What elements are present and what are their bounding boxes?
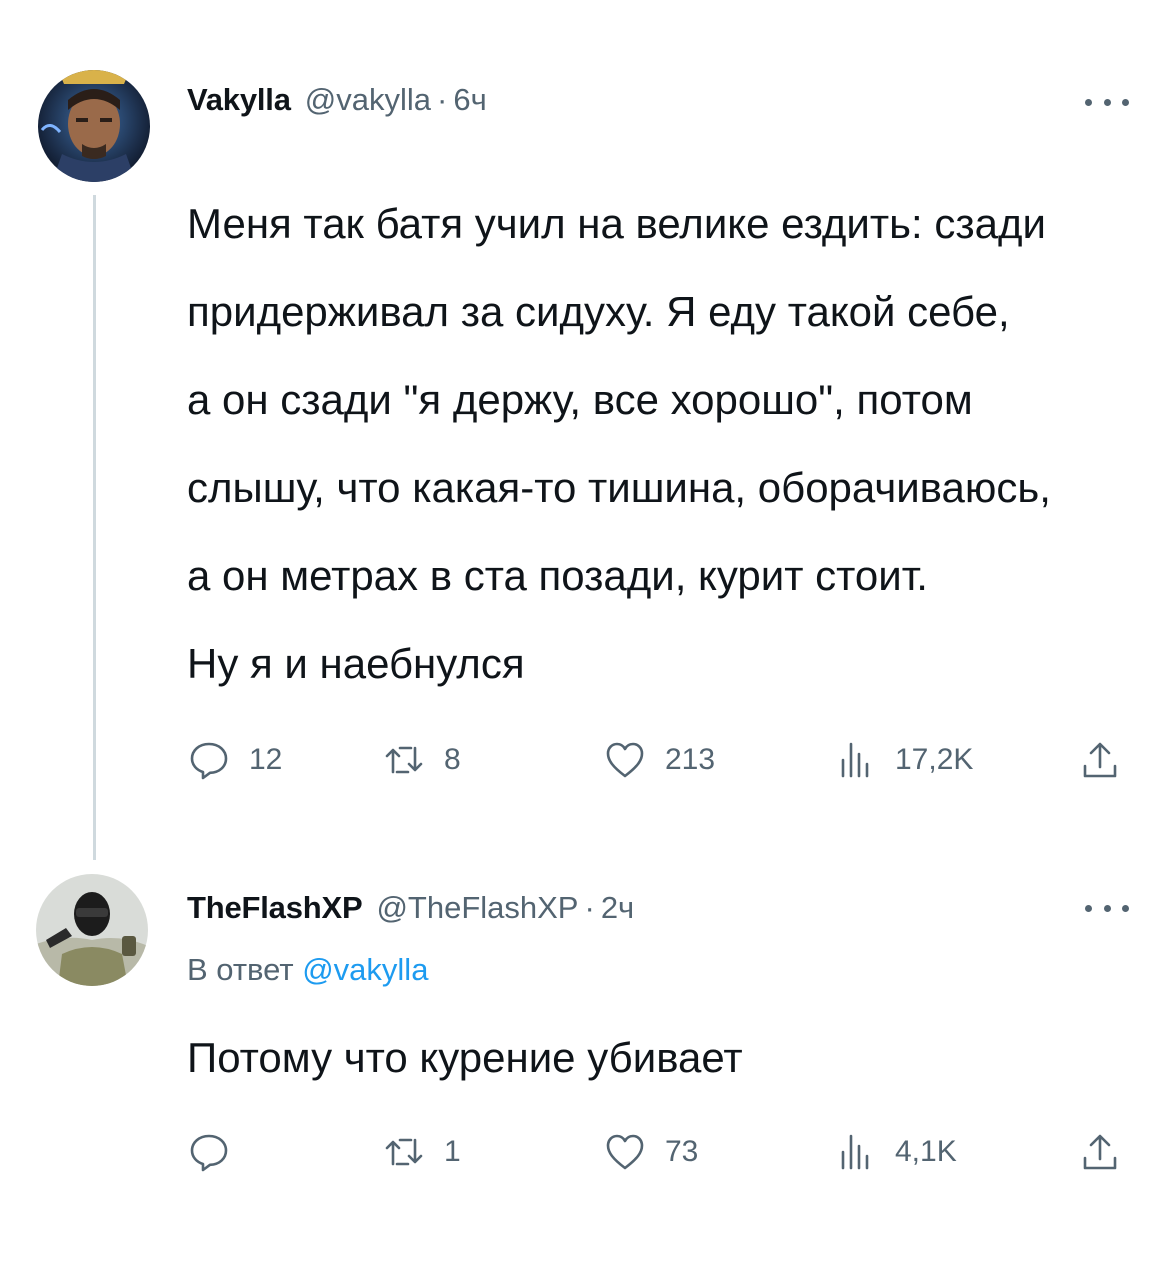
more-dots-icon[interactable] [1085, 92, 1129, 112]
avatar-image [36, 874, 148, 986]
reply-to-handle-link[interactable]: @vakylla [302, 952, 428, 987]
share-button[interactable] [1078, 1127, 1122, 1177]
replying-to: В ответ @vakylla [187, 950, 428, 990]
like-count: 73 [665, 1135, 699, 1168]
tweet-text-line: Меня так батя учил на велике ездить: сза… [187, 200, 1046, 247]
tweet-text: Потому что курение убивает [187, 1030, 1137, 1086]
tweet-reply: TheFlashXP @TheFlashXP · 2ч В ответ @vakyll… [0, 860, 1165, 1280]
views-count: 4,1K [895, 1135, 957, 1168]
views-count: 17,2K [895, 743, 974, 776]
tweet-text-line: Ну я и наебнулся [187, 640, 525, 687]
share-button[interactable] [1078, 735, 1122, 785]
more-dots-icon[interactable] [1085, 898, 1129, 918]
tweet-text-line: а он метрах в ста позади, курит стоит. [187, 552, 928, 599]
reply-bubble-icon [190, 742, 228, 780]
retweet-button[interactable]: 8 [382, 735, 461, 785]
views-button[interactable]: 17,2K [833, 735, 973, 785]
timestamp[interactable]: 6ч [453, 82, 486, 117]
display-name[interactable]: Vakylla [187, 82, 291, 117]
avatar[interactable] [36, 874, 148, 986]
tweet-text: Меня так батя учил на велике ездить: сза… [187, 180, 1137, 708]
action-bar: 12 8 213 17,2K [0, 735, 1165, 785]
share-upload-icon [1083, 742, 1117, 778]
heart-icon [606, 742, 644, 778]
username-handle[interactable]: @TheFlashXP [376, 890, 578, 925]
heart-icon [606, 1134, 644, 1170]
reply-button[interactable] [187, 1127, 249, 1177]
tweet-header: Vakylla @vakylla · 6ч [187, 80, 487, 120]
reply-bubble-icon [190, 1134, 228, 1172]
tweet-text-line: слышу, что какая-то тишина, оборачиваюсь… [187, 464, 1051, 511]
retweet-button[interactable]: 1 [382, 1127, 461, 1177]
username-handle[interactable]: @vakylla [305, 82, 431, 117]
tweet-header: TheFlashXP @TheFlashXP · 2ч [187, 888, 634, 928]
views-bar-chart-icon [841, 1134, 869, 1170]
views-button[interactable]: 4,1K [833, 1127, 957, 1177]
tweet-original: Vakylla @vakylla · 6ч Меня так батя учил на… [0, 0, 1165, 860]
like-button[interactable]: 213 [603, 735, 715, 785]
reply-button[interactable]: 12 [187, 735, 282, 785]
retweet-count: 8 [444, 743, 461, 776]
reply-count: 12 [249, 743, 283, 776]
separator-dot: · [584, 890, 595, 925]
like-button[interactable]: 73 [603, 1127, 698, 1177]
tweet-text-line: придерживал за сидуху. Я еду такой себе, [187, 288, 1010, 335]
tweet-text-line: Потому что курение убивает [187, 1034, 743, 1081]
action-bar: 1 73 4,1K [0, 1127, 1165, 1177]
views-bar-chart-icon [841, 742, 869, 778]
share-upload-icon [1083, 1134, 1117, 1170]
tweet-text-line: а он сзади "я держу, все хорошо", потом [187, 376, 973, 423]
retweet-icon [385, 1138, 423, 1166]
like-count: 213 [665, 743, 716, 776]
display-name[interactable]: TheFlashXP [187, 890, 363, 925]
reply-prefix: В ответ [187, 952, 294, 987]
timestamp[interactable]: 2ч [601, 890, 634, 925]
retweet-icon [385, 746, 423, 774]
avatar[interactable] [38, 70, 150, 182]
avatar-image [38, 70, 150, 182]
separator-dot: · [437, 82, 448, 117]
retweet-count: 1 [444, 1135, 461, 1168]
